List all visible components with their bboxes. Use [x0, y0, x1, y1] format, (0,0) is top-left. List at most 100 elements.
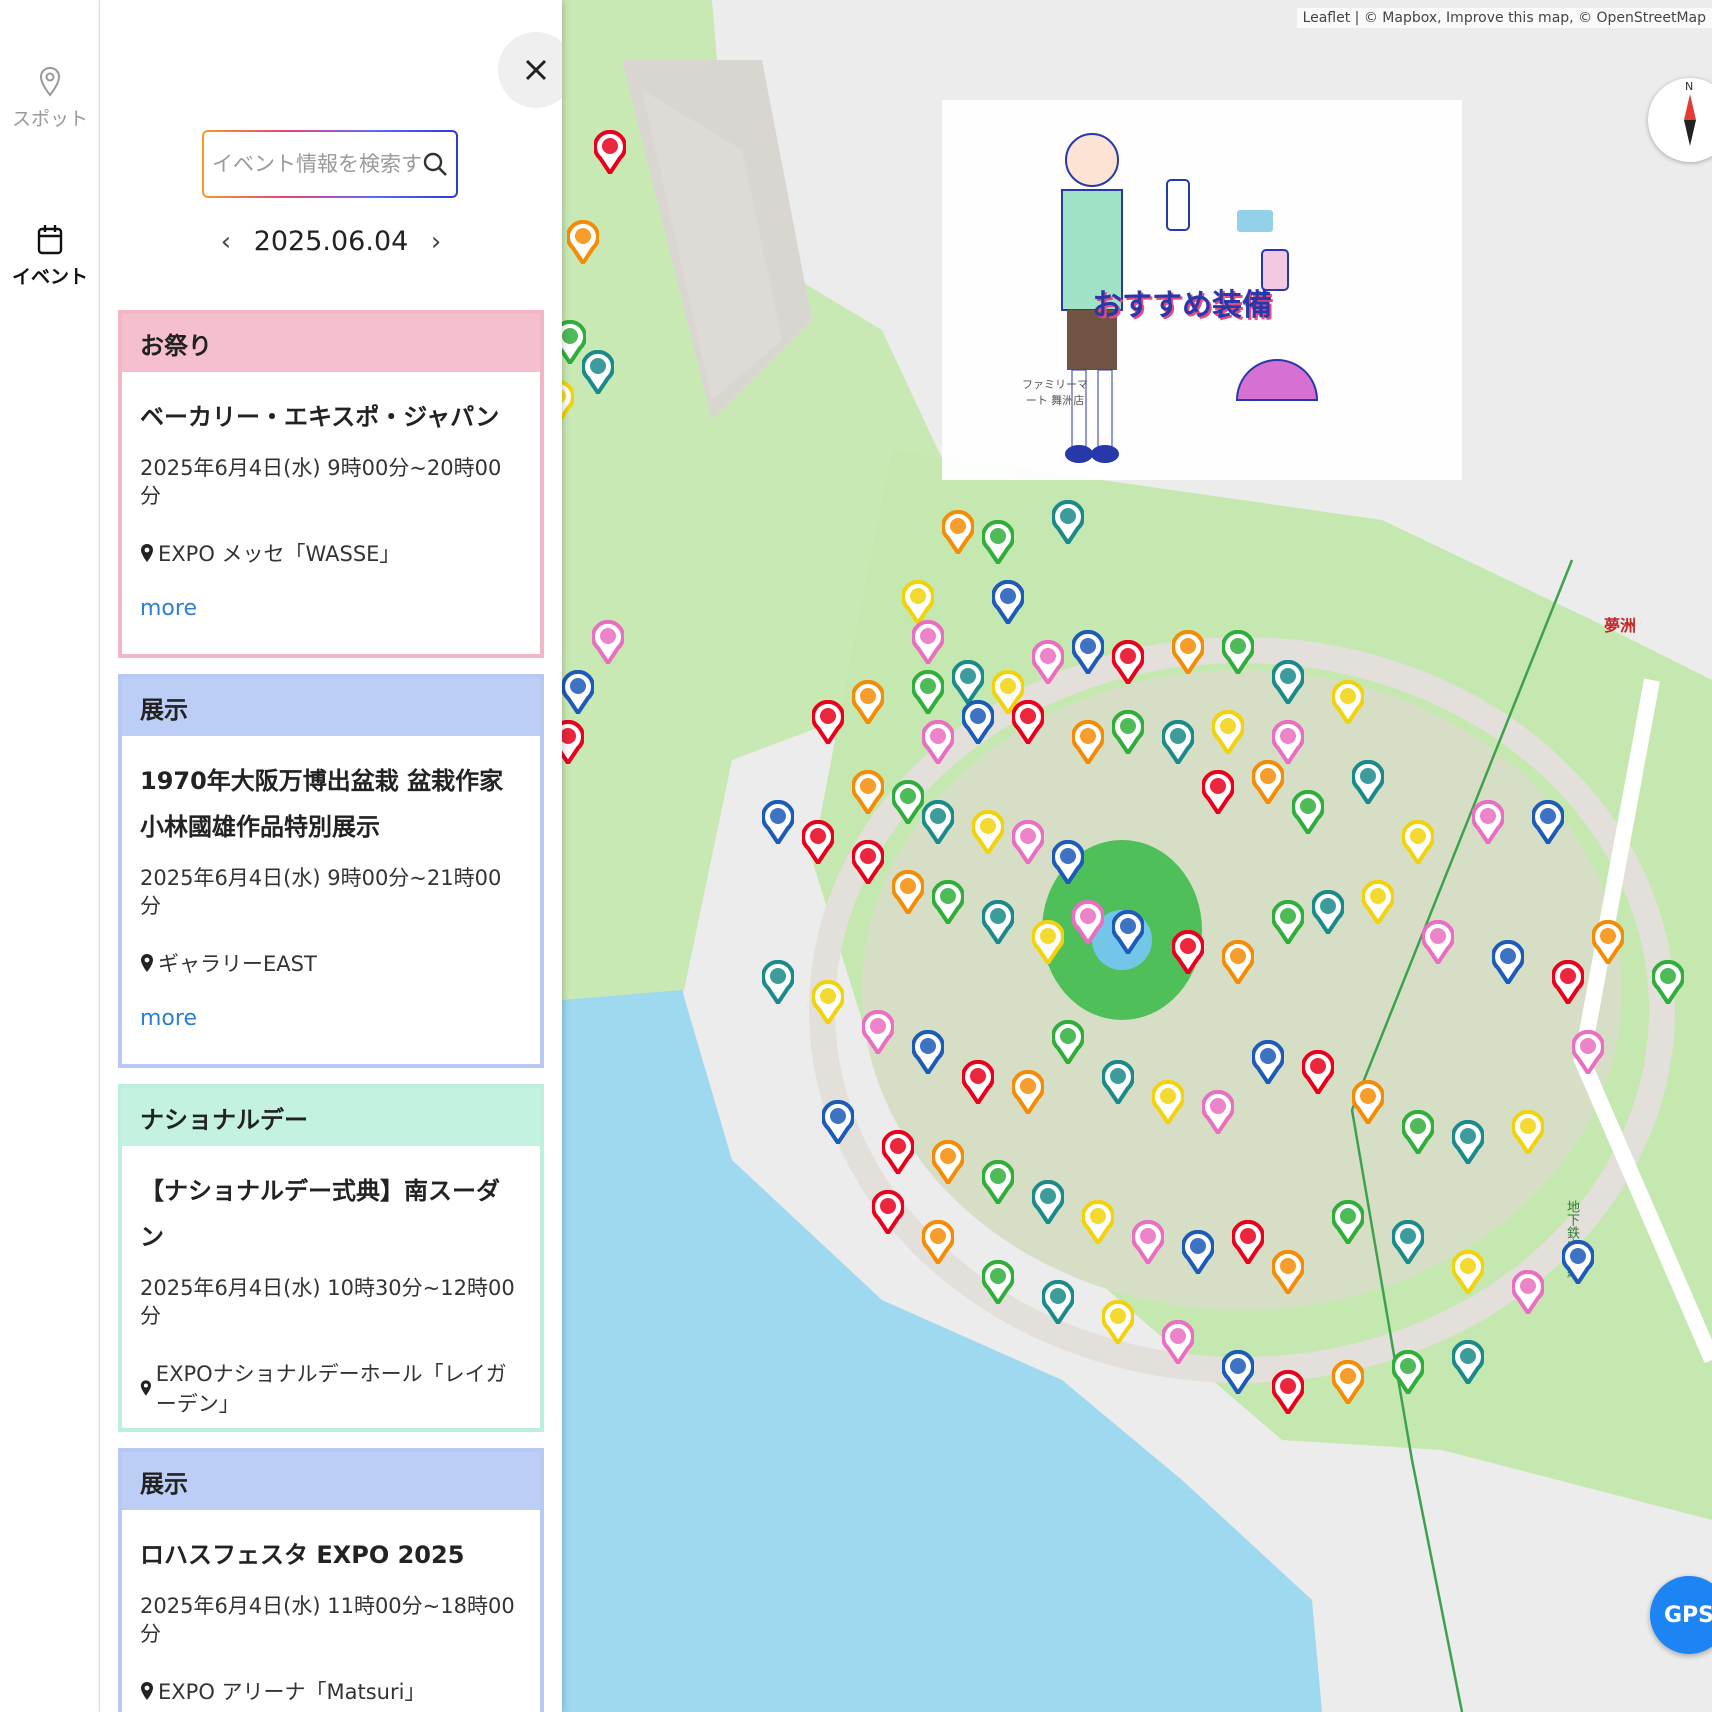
- map-pin[interactable]: [762, 960, 794, 1008]
- map-pin[interactable]: [1072, 630, 1104, 678]
- map-pin[interactable]: [1102, 1300, 1134, 1348]
- map-pin[interactable]: [1352, 1080, 1384, 1128]
- map-pin[interactable]: [1302, 1050, 1334, 1098]
- map-pin[interactable]: [1202, 1090, 1234, 1138]
- map-pin[interactable]: [1112, 910, 1144, 958]
- map-pin[interactable]: [922, 1220, 954, 1268]
- map-attribution[interactable]: Leaflet | © Mapbox, Improve this map, © …: [1297, 8, 1712, 28]
- map-pin[interactable]: [1152, 1080, 1184, 1128]
- map-pin[interactable]: [1232, 1220, 1264, 1268]
- map-pin[interactable]: [912, 620, 944, 668]
- rail-item-event[interactable]: イベント: [0, 224, 100, 289]
- map-pin[interactable]: [562, 670, 594, 718]
- rail-item-spot[interactable]: スポット: [0, 66, 100, 131]
- map-pin[interactable]: [962, 700, 994, 748]
- map-pin[interactable]: [1222, 1350, 1254, 1398]
- map-pin[interactable]: [862, 1010, 894, 1058]
- map-pin[interactable]: [1332, 1360, 1364, 1408]
- map-pin[interactable]: [1032, 1180, 1064, 1228]
- map-pin[interactable]: [852, 840, 884, 888]
- map-pin[interactable]: [852, 770, 884, 818]
- map-pin[interactable]: [982, 900, 1014, 948]
- map-pin[interactable]: [1162, 1320, 1194, 1368]
- map-pin[interactable]: [982, 520, 1014, 568]
- map-pin[interactable]: [1112, 710, 1144, 758]
- map-pin[interactable]: [1272, 660, 1304, 708]
- map-pin[interactable]: [594, 130, 626, 178]
- map-pin[interactable]: [1172, 930, 1204, 978]
- map-pin[interactable]: [812, 700, 844, 748]
- more-link[interactable]: more: [140, 596, 197, 621]
- map-pin[interactable]: [1562, 1240, 1594, 1288]
- map-pin[interactable]: [1362, 880, 1394, 928]
- map-pin[interactable]: [1592, 920, 1624, 968]
- map-pin[interactable]: [1012, 1070, 1044, 1118]
- map-pin[interactable]: [1082, 1200, 1114, 1248]
- event-card[interactable]: ナショナルデー 【ナショナルデー式典】南スーダン 2025年6月4日(水) 10…: [118, 1084, 544, 1432]
- map-pin[interactable]: [1512, 1270, 1544, 1318]
- map-pin[interactable]: [1012, 700, 1044, 748]
- compass-button[interactable]: N: [1648, 78, 1712, 162]
- expo-map[interactable]: おすすめ装備 ファミリーマート 舞洲店 夢洲 地下鉄中央線 Leaflet | …: [562, 0, 1712, 1712]
- map-pin[interactable]: [872, 1190, 904, 1238]
- map-pin[interactable]: [1132, 1220, 1164, 1268]
- map-pin[interactable]: [762, 800, 794, 848]
- map-pin[interactable]: [922, 800, 954, 848]
- map-pin[interactable]: [1472, 800, 1504, 848]
- map-pin[interactable]: [592, 620, 624, 668]
- map-pin[interactable]: [912, 1030, 944, 1078]
- search-icon[interactable]: [422, 151, 448, 177]
- map-pin[interactable]: [922, 720, 954, 768]
- map-pin[interactable]: [972, 810, 1004, 858]
- map-pin[interactable]: [1222, 940, 1254, 988]
- map-pin[interactable]: [982, 1160, 1014, 1208]
- map-pin[interactable]: [562, 380, 574, 428]
- more-link[interactable]: more: [140, 1006, 197, 1031]
- map-pin[interactable]: [1172, 630, 1204, 678]
- map-pin[interactable]: [1312, 890, 1344, 938]
- event-card[interactable]: 展示 ロハスフェスタ EXPO 2025 2025年6月4日(水) 11時00分…: [118, 1448, 544, 1712]
- map-pin[interactable]: [932, 880, 964, 928]
- map-pin[interactable]: [962, 1060, 994, 1108]
- map-pin[interactable]: [1252, 1040, 1284, 1088]
- map-pin[interactable]: [1352, 760, 1384, 808]
- map-pin[interactable]: [1452, 1340, 1484, 1388]
- map-pin[interactable]: [1222, 630, 1254, 678]
- map-pin[interactable]: [1112, 640, 1144, 688]
- map-pin[interactable]: [582, 350, 614, 398]
- map-pin[interactable]: [892, 870, 924, 918]
- map-pin[interactable]: [1292, 790, 1324, 838]
- map-pin[interactable]: [992, 580, 1024, 628]
- map-pin[interactable]: [1402, 1110, 1434, 1158]
- map-pin[interactable]: [1332, 1200, 1364, 1248]
- map-pin[interactable]: [1272, 900, 1304, 948]
- map-pin[interactable]: [567, 220, 599, 268]
- map-pin[interactable]: [1012, 820, 1044, 868]
- map-pin[interactable]: [1272, 1370, 1304, 1418]
- map-pin[interactable]: [1392, 1350, 1424, 1398]
- map-pin[interactable]: [1202, 770, 1234, 818]
- map-pin[interactable]: [1102, 1060, 1134, 1108]
- map-pin[interactable]: [1532, 800, 1564, 848]
- next-date-button[interactable]: ›: [431, 227, 441, 257]
- map-pin[interactable]: [1492, 940, 1524, 988]
- map-pin[interactable]: [822, 1100, 854, 1148]
- map-pin[interactable]: [892, 780, 924, 828]
- map-pin[interactable]: [1392, 1220, 1424, 1268]
- map-pin[interactable]: [1332, 680, 1364, 728]
- prev-date-button[interactable]: ‹: [221, 227, 231, 257]
- map-pin[interactable]: [1032, 920, 1064, 968]
- map-pin[interactable]: [1512, 1110, 1544, 1158]
- map-pin[interactable]: [1212, 710, 1244, 758]
- map-pin[interactable]: [1052, 840, 1084, 888]
- map-pin[interactable]: [1272, 1250, 1304, 1298]
- map-pin[interactable]: [1452, 1120, 1484, 1168]
- map-pin[interactable]: [1572, 1030, 1604, 1078]
- event-card[interactable]: お祭り ベーカリー・エキスポ・ジャパン 2025年6月4日(水) 9時00分~2…: [118, 310, 544, 658]
- map-pin[interactable]: [812, 980, 844, 1028]
- map-pin[interactable]: [852, 680, 884, 728]
- close-button[interactable]: [498, 32, 562, 108]
- recommended-gear-poster[interactable]: おすすめ装備: [942, 100, 1462, 480]
- map-pin[interactable]: [1182, 1230, 1214, 1278]
- map-pin[interactable]: [1422, 920, 1454, 968]
